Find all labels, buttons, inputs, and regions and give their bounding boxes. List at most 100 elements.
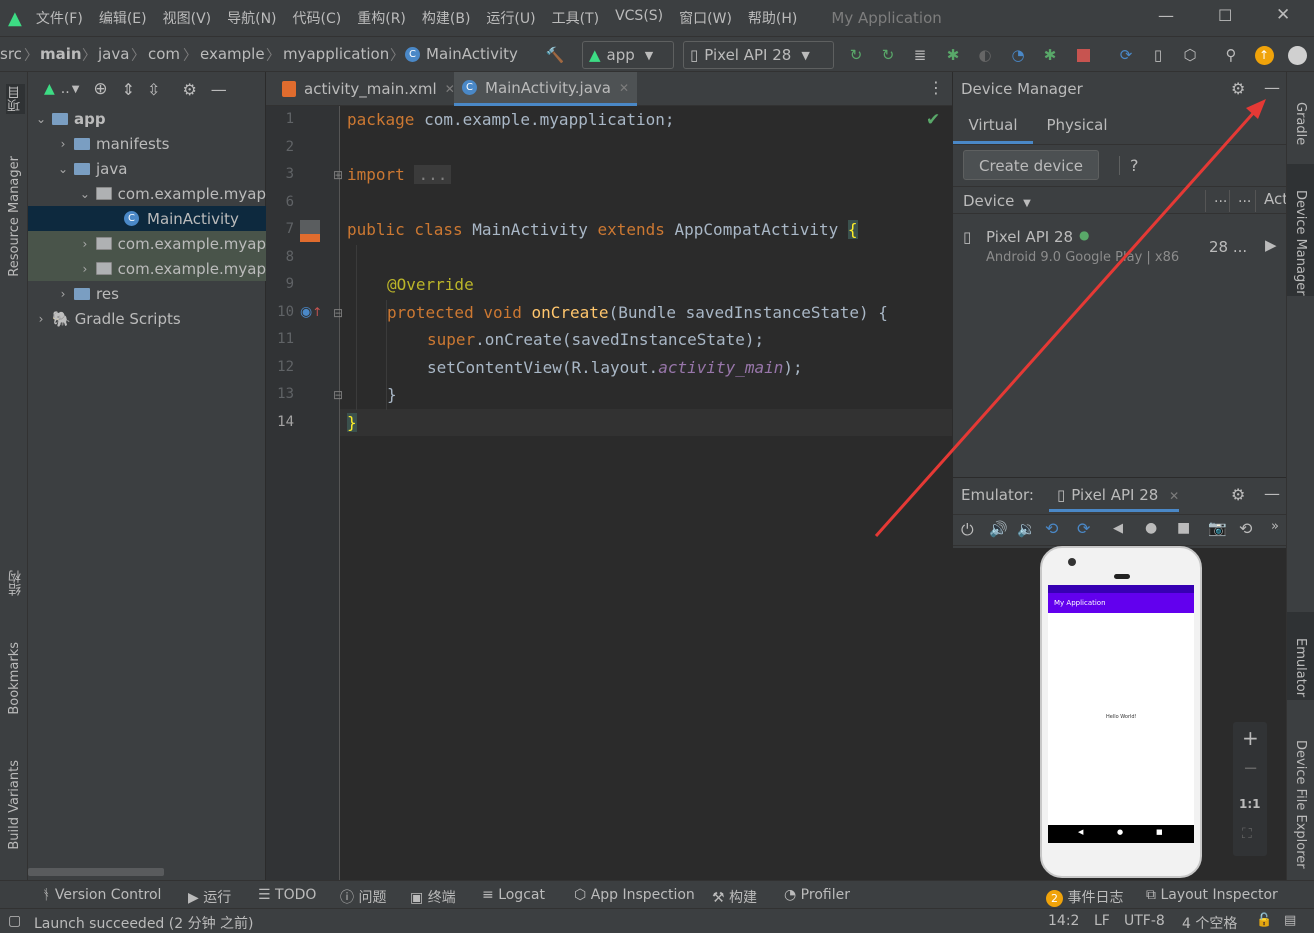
create-device-button[interactable]: Create device <box>963 150 1099 180</box>
app-inspection-tool[interactable]: ⬡ App Inspection <box>574 887 695 903</box>
sync-lines-icon[interactable]: ≣ <box>910 45 930 65</box>
coverage-shield-icon[interactable]: ◐ <box>975 45 995 65</box>
tab-virtual[interactable]: Virtual <box>953 108 1033 144</box>
build-tool[interactable]: ⚒ 构建 <box>712 887 757 907</box>
chevron-right-icon[interactable]: › <box>56 287 70 301</box>
project-tool-tab[interactable]: 项目 <box>6 84 25 114</box>
breadcrumb-src[interactable]: src <box>0 45 22 63</box>
menu-item-8[interactable]: 工具(T) <box>552 8 599 28</box>
column-more[interactable]: ... <box>1229 190 1251 212</box>
menu-item-10[interactable]: 窗口(W) <box>679 8 732 28</box>
cursor-position[interactable]: 14:2 <box>1048 913 1079 929</box>
run-config-select[interactable]: ▲ app ▼ <box>582 41 674 69</box>
nav-back-icon[interactable]: ◀ <box>1078 828 1083 836</box>
logcat-tool[interactable]: ≡ Logcat <box>482 887 545 903</box>
nav-overview-icon[interactable]: ■ <box>1156 828 1163 836</box>
more-icon[interactable]: » <box>1271 519 1279 534</box>
emulator-tab[interactable]: ▯Pixel API 28 ✕ <box>1049 478 1179 512</box>
layout-inspector-tool[interactable]: ⧉ Layout Inspector <box>1146 887 1278 903</box>
gradle-tool-tab[interactable]: Gradle <box>1293 102 1308 145</box>
structure-tool-tab[interactable]: 结构 <box>7 570 26 596</box>
status-message[interactable]: Launch succeeded (2 分钟 之前) <box>34 913 254 933</box>
tree-item-manifests[interactable]: ›manifests <box>28 131 266 156</box>
launch-play-icon[interactable]: ▶ <box>1265 236 1277 254</box>
tree-item-package-androidtest[interactable]: ›com.example.myap <box>28 231 266 256</box>
line-separator[interactable]: LF <box>1094 913 1110 929</box>
sdk-manager-icon[interactable]: ⬡ <box>1180 45 1200 65</box>
column-actions[interactable]: Act <box>1255 190 1288 212</box>
tree-item-gradle-scripts[interactable]: ›🐘Gradle Scripts <box>28 306 266 331</box>
chevron-down-icon[interactable]: ⌄ <box>34 112 48 126</box>
emulator-tool-tab[interactable]: Emulator <box>1293 638 1308 697</box>
close-tab-icon[interactable]: ✕ <box>1169 489 1179 503</box>
update-icon[interactable]: ↑ <box>1254 45 1274 65</box>
help-button[interactable]: ? <box>1119 156 1139 175</box>
volume-up-icon[interactable]: 🔊 <box>989 520 1008 538</box>
nav-home-icon[interactable]: ● <box>1117 828 1123 836</box>
fold-icon[interactable]: ⊟ <box>333 388 343 402</box>
device-file-explorer-tool-tab[interactable]: Device File Explorer <box>1293 740 1308 869</box>
more-vertical-icon[interactable]: ⋮ <box>928 78 944 97</box>
menu-item-7[interactable]: 运行(U) <box>486 8 535 28</box>
overview-icon[interactable]: ■ <box>1177 520 1190 536</box>
chevron-down-icon[interactable]: ▼ <box>72 84 80 95</box>
snapshot-icon[interactable]: ⟲ <box>1239 519 1252 538</box>
run-tool[interactable]: ▶ 运行 <box>188 887 231 907</box>
rotate-left-icon[interactable]: ⟲ <box>1045 519 1058 538</box>
breadcrumb-java[interactable]: java <box>98 45 129 63</box>
version-control-tool[interactable]: ᚬ Version Control <box>42 887 161 903</box>
collapse-all-icon[interactable]: ⇳ <box>147 80 160 99</box>
debug-bug-icon[interactable]: ✱ <box>943 45 963 65</box>
hide-panel-icon[interactable]: — <box>1264 78 1280 97</box>
todo-tool[interactable]: ☰ TODO <box>258 887 316 903</box>
menu-item-0[interactable]: 文件(F) <box>36 8 83 28</box>
gear-icon[interactable]: ⚙ <box>1231 79 1245 98</box>
menu-item-1[interactable]: 编辑(E) <box>99 8 147 28</box>
column-device[interactable]: Device ▼ <box>963 192 1031 210</box>
device-manager-tool-tab[interactable]: Device Manager <box>1293 190 1308 296</box>
build-hammer-icon[interactable]: 🔨 <box>545 45 565 65</box>
minimize-window-button[interactable]: — <box>1158 6 1174 25</box>
tree-item-res[interactable]: ›res <box>28 281 266 306</box>
gear-icon[interactable]: ⚙ <box>182 80 196 99</box>
rotate-right-icon[interactable]: ⟳ <box>1077 519 1090 538</box>
device-select[interactable]: ▯ Pixel API 28 ▼ <box>683 41 834 69</box>
menu-item-6[interactable]: 构建(B) <box>422 8 471 28</box>
chevron-right-icon[interactable]: › <box>78 262 92 276</box>
tab-activity-main-xml[interactable]: activity_main.xml ✕ <box>274 72 463 106</box>
camera-icon[interactable]: 📷 <box>1208 519 1227 537</box>
zoom-actual-size-button[interactable]: 1:1 <box>1239 797 1261 811</box>
chevron-down-icon[interactable]: ⌄ <box>78 187 92 201</box>
menu-item-5[interactable]: 重构(R) <box>357 8 406 28</box>
fold-icon[interactable]: ⊞ <box>333 168 343 182</box>
power-icon[interactable]: ⏻ <box>961 520 974 540</box>
device-row[interactable]: ▯ Pixel API 28 ● Android 9.0 Google Play… <box>953 218 1287 270</box>
resource-manager-tool-tab[interactable]: Resource Manager <box>7 156 22 277</box>
tab-mainactivity-java[interactable]: C MainActivity.java ✕ <box>454 72 637 106</box>
tree-item-package-main[interactable]: ⌄com.example.myap <box>28 181 266 206</box>
breadcrumb-myapplication[interactable]: myapplication <box>283 45 389 63</box>
tree-item-package-test[interactable]: ›com.example.myap <box>28 256 266 281</box>
home-icon[interactable]: ● <box>1145 520 1157 536</box>
menu-item-2[interactable]: 视图(V) <box>163 8 212 28</box>
override-marker-icon[interactable]: ◉↑ <box>300 304 322 320</box>
hide-panel-icon[interactable]: — <box>1264 484 1280 503</box>
apply-changes-icon[interactable]: ↻ <box>878 45 898 65</box>
tree-item-mainactivity[interactable]: CMainActivity <box>28 206 266 231</box>
chevron-right-icon[interactable]: › <box>34 312 48 326</box>
volume-down-icon[interactable]: 🔉 <box>1017 520 1036 538</box>
select-opened-file-icon[interactable]: ⊕ <box>93 79 107 99</box>
horizontal-scrollbar[interactable] <box>28 868 164 876</box>
chevron-right-icon[interactable]: › <box>78 237 92 251</box>
gear-icon[interactable]: ⚙ <box>1231 485 1245 504</box>
zoom-out-button[interactable]: − <box>1243 758 1258 779</box>
build-variants-tool-tab[interactable]: Build Variants <box>7 760 22 850</box>
bookmarks-tool-tab[interactable]: Bookmarks <box>7 642 22 715</box>
indent-setting[interactable]: 4 个空格 <box>1182 913 1237 933</box>
zoom-in-button[interactable]: + <box>1242 726 1259 750</box>
terminal-tool[interactable]: ▣ 终端 <box>410 887 456 907</box>
event-log-tool[interactable]: 2 事件日志 <box>1046 887 1123 907</box>
code-editor[interactable] <box>266 72 952 880</box>
tree-item-app[interactable]: ⌄app <box>28 106 266 131</box>
hide-panel-icon[interactable]: — <box>211 80 227 99</box>
